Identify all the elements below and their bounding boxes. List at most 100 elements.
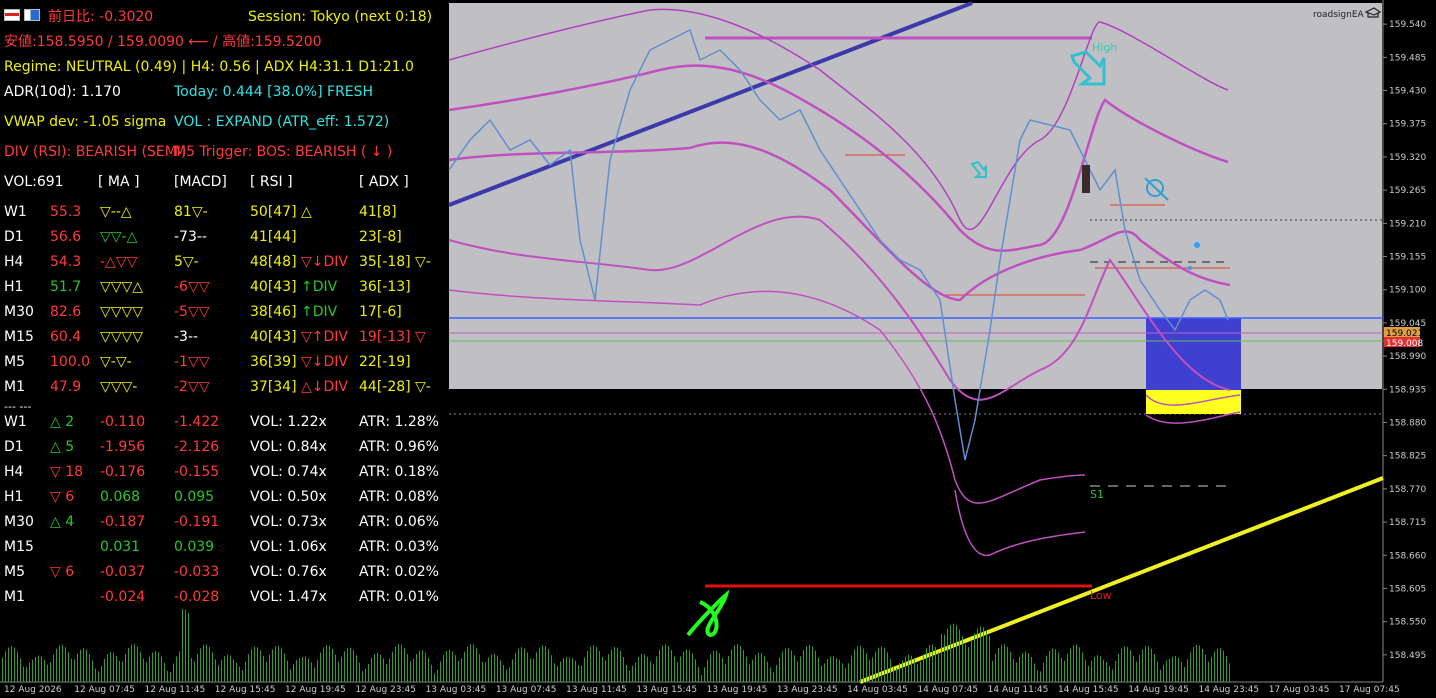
timeframe-label: M5 xyxy=(4,564,25,580)
volume-bar xyxy=(944,634,945,682)
adx-signal: 23[-8] xyxy=(359,229,402,245)
macd-signal: -2▽▽ xyxy=(174,379,210,395)
volume-bar xyxy=(653,664,654,682)
volume-bar xyxy=(104,658,105,682)
volume-bar xyxy=(551,655,552,682)
volume-bar xyxy=(344,651,345,682)
volume-bar xyxy=(383,658,384,682)
stat-value-a: -0.176 xyxy=(100,464,146,480)
volume-bar xyxy=(401,644,402,682)
yellow-zone xyxy=(1146,390,1241,414)
volume-bar xyxy=(41,656,42,682)
volume-bar xyxy=(11,646,12,682)
volume-bar xyxy=(887,652,888,682)
volume-bar xyxy=(314,667,315,682)
timeframe-label: D1 xyxy=(4,439,24,455)
stat-value-b: -2.126 xyxy=(174,439,220,455)
rsi-signal: 50[47] △ xyxy=(250,204,312,220)
price-tick-label: 158.825 xyxy=(1389,452,1426,462)
volume-bar xyxy=(1106,661,1107,682)
volume-bar xyxy=(1130,650,1131,682)
volume-bar xyxy=(431,664,432,682)
volume-bar xyxy=(968,647,969,682)
volume-bar xyxy=(479,654,480,682)
price-tick-label: 158.880 xyxy=(1389,418,1426,428)
volume-bar xyxy=(116,655,117,682)
volume-bar xyxy=(377,652,378,682)
volume-bar xyxy=(113,652,114,682)
macd-signal: -73-- xyxy=(174,229,207,245)
volume-bar xyxy=(776,665,777,682)
volume-bar xyxy=(965,644,966,682)
volume-bar xyxy=(1112,669,1113,682)
time-tick-label: 13 Aug 03:45 xyxy=(426,685,487,695)
volume-bar xyxy=(56,648,57,682)
volume-bar xyxy=(635,662,636,682)
volume-bar xyxy=(617,647,618,682)
adx-signal: 41[8] xyxy=(359,204,397,220)
volume-bar xyxy=(1076,644,1077,682)
timeframe-label: M5 xyxy=(4,354,25,370)
rsi-signal: 36[39] ▽↓DIV xyxy=(250,354,348,370)
volume-bar xyxy=(503,664,504,682)
volume-bar xyxy=(419,650,420,682)
volume-bar xyxy=(455,655,456,682)
table-header-cell: [ ADX ] xyxy=(359,174,409,190)
adx-signal: 17[-6] xyxy=(359,304,402,320)
volume-bar xyxy=(740,645,741,682)
trend-count: △ 5 xyxy=(50,439,75,455)
adx-signal: 35[-18] ▽- xyxy=(359,254,431,270)
volume-bar xyxy=(875,651,876,682)
volume-bar xyxy=(866,653,867,682)
volume-bar xyxy=(836,658,837,682)
timeframe-label: H1 xyxy=(4,489,24,505)
stat-value-b: -0.028 xyxy=(174,589,220,605)
adx-signal: 36[-13] xyxy=(359,279,411,295)
table-header-cell: [MACD] xyxy=(174,174,227,190)
volume-bar xyxy=(557,666,558,682)
volume-bar xyxy=(929,645,930,682)
volume-bar xyxy=(869,659,870,682)
volume-bar xyxy=(1172,656,1173,682)
band-lower-extreme xyxy=(954,489,1086,556)
volume-bar xyxy=(545,645,546,682)
ma-signal: ▽▽▽▽ xyxy=(100,329,144,345)
volume-bar xyxy=(491,654,492,682)
volume-bar xyxy=(548,649,549,682)
volume-bar xyxy=(29,662,30,682)
table-header-cell: [ RSI ] xyxy=(250,174,293,190)
volume-bar xyxy=(263,655,264,682)
ma-signal: ▽▽-△ xyxy=(100,229,138,245)
volume-bar xyxy=(26,666,27,682)
volume-bar xyxy=(938,652,939,682)
macd-signal: 5▽- xyxy=(174,254,199,270)
volume-bar xyxy=(149,656,150,682)
volume-bar xyxy=(641,654,642,682)
volume-bar xyxy=(365,668,366,682)
volume-bar xyxy=(1133,655,1134,682)
volume-bar xyxy=(434,673,435,682)
volume-bar xyxy=(896,667,897,682)
volume-bar xyxy=(902,660,903,682)
volume-bar xyxy=(110,652,111,682)
volume-bar xyxy=(32,659,33,682)
volume-bar xyxy=(578,665,579,682)
volume-bar xyxy=(179,651,180,682)
volume-bar xyxy=(167,670,168,682)
volume-bar xyxy=(1013,659,1014,682)
volume-bar xyxy=(728,655,729,682)
volume-bar xyxy=(782,651,783,682)
volume-bar xyxy=(2,657,3,682)
volume-bar xyxy=(1163,664,1164,682)
volume-bar xyxy=(413,659,414,682)
volume-bar xyxy=(398,644,399,682)
timeframe-label: H1 xyxy=(4,279,24,295)
volume-bar xyxy=(1226,655,1227,682)
volume-bar xyxy=(707,659,708,682)
volume-bar xyxy=(497,655,498,682)
timeframe-label: D1 xyxy=(4,229,24,245)
volume-bar xyxy=(1127,646,1128,682)
volume-bar xyxy=(83,648,84,682)
ma-signal: ▽▽▽△ xyxy=(100,279,144,295)
timeframe-label: M1 xyxy=(4,379,25,395)
